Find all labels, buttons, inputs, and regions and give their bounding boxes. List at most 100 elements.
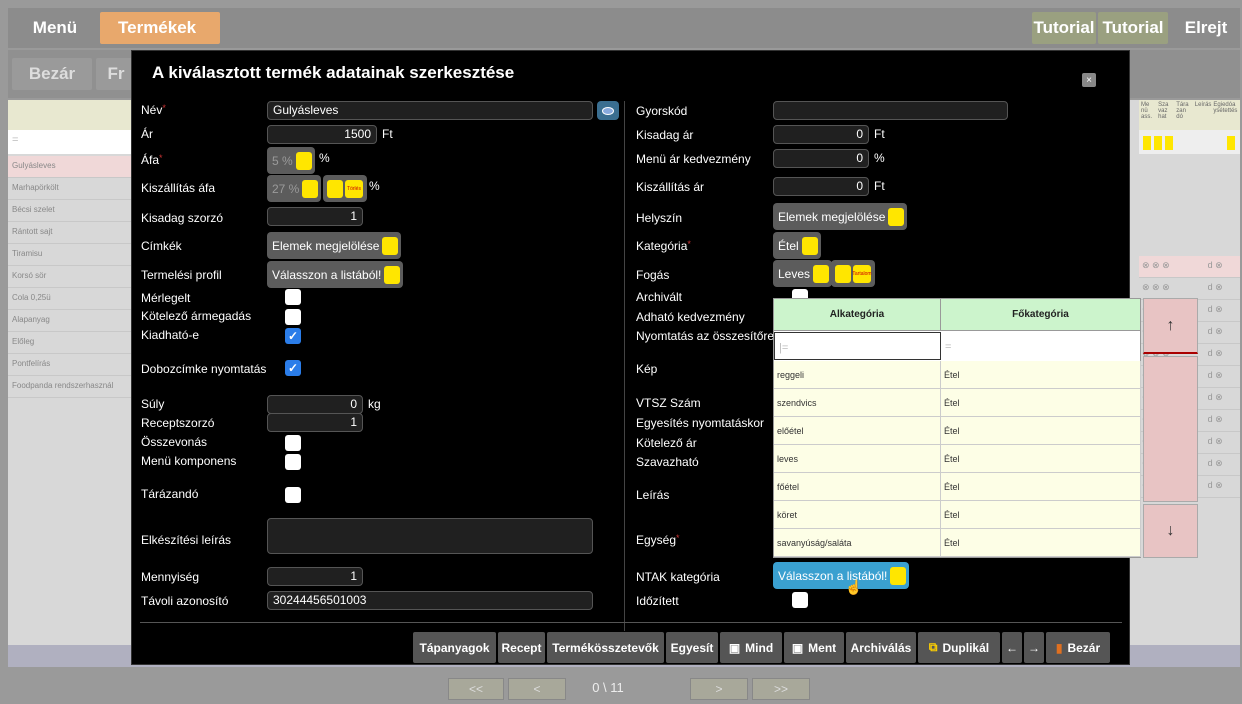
small-price-unit: Ft <box>874 127 885 141</box>
recipe-button[interactable]: Recept <box>498 632 545 663</box>
scroll-track[interactable] <box>1143 356 1198 502</box>
small-price-input[interactable]: 0 <box>773 125 869 144</box>
close-button[interactable]: ▮ Bezár <box>1046 632 1110 663</box>
course-select[interactable]: Leves <box>773 260 833 287</box>
menu-component-checkbox[interactable] <box>285 454 301 470</box>
scroll-down-button[interactable]: ↓ <box>1143 504 1198 558</box>
mandatory-price-checkbox[interactable] <box>285 309 301 325</box>
bg-right-header: Me nü ass. <box>1141 102 1153 120</box>
menu-discount-input[interactable]: 0 <box>773 149 869 168</box>
all-button[interactable]: ▣ Mind <box>720 632 782 663</box>
bg-list-item[interactable]: Bécsi szelet <box>8 200 138 222</box>
tutorial-button-2[interactable]: Tutorial <box>1098 12 1168 44</box>
duplicate-button[interactable]: ⧉ Duplikál <box>918 632 1000 663</box>
scroll-up-button[interactable]: ↑ <box>1143 298 1198 354</box>
bg-list-item[interactable]: Előleg <box>8 332 138 354</box>
menu-tab[interactable]: Menü <box>14 12 96 44</box>
subcategory-cell[interactable]: savanyúság/saláta <box>774 529 941 557</box>
subcategory-cell[interactable]: reggeli <box>774 361 941 389</box>
bg-header <box>8 100 138 130</box>
bg-list-item[interactable]: Tiramisu <box>8 244 138 266</box>
products-tab[interactable]: Termékek <box>100 12 220 44</box>
bg-close-button[interactable]: Bezár <box>12 58 92 90</box>
maincategory-cell[interactable]: Étel <box>941 417 1141 445</box>
bg-right-header: Egiedóa ysétettés <box>1213 102 1238 114</box>
quantity-input[interactable]: 1 <box>267 567 363 586</box>
description-label: Leírás <box>636 488 670 502</box>
bg-list-item[interactable]: Alapanyag <box>8 310 138 332</box>
maincategory-header[interactable]: Főkategória <box>941 299 1141 331</box>
maincategory-cell[interactable]: Étel <box>941 501 1141 529</box>
tare-checkbox[interactable] <box>285 487 301 503</box>
modal-close-button[interactable]: × <box>1082 73 1096 87</box>
dropdown-arrow-icon <box>813 264 830 283</box>
course-extra-button[interactable]: Tartalom <box>831 260 875 287</box>
bg-list-item[interactable]: Marhapörkölt <box>8 178 138 200</box>
price-input[interactable]: 1500 <box>267 125 377 144</box>
bg-filter[interactable]: = <box>8 130 138 154</box>
save-button[interactable]: ▣ Ment <box>784 632 844 663</box>
next-button[interactable]: → <box>1024 632 1044 663</box>
merge-button[interactable]: Egyesít <box>666 632 718 663</box>
dropdown-arrow-icon <box>295 151 312 170</box>
bg-right-row: ⊗ ⊗ ⊗d ⊗ <box>1139 256 1240 278</box>
merge-checkbox[interactable] <box>285 435 301 451</box>
bg-list-item[interactable]: Foodpanda rendszerhasznál <box>8 376 138 398</box>
timed-checkbox[interactable] <box>792 592 808 608</box>
maincategory-cell[interactable]: Étel <box>941 389 1141 417</box>
bg-list-item[interactable]: Korsó sör <box>8 266 138 288</box>
subcategory-header[interactable]: Alkategória <box>774 299 941 331</box>
bg-list-item[interactable]: Gulyásleves <box>8 156 138 178</box>
bg-right-row: ⊗ ⊗ ⊗d ⊗ <box>1139 278 1240 300</box>
delivery-vat-select[interactable]: 27 % <box>267 175 322 202</box>
remote-id-input[interactable]: 30244456501003 <box>267 591 593 610</box>
lookup-icon[interactable] <box>597 101 619 120</box>
subcategory-cell[interactable]: főétel <box>774 473 941 501</box>
bg-tab-partial[interactable]: Fr <box>96 58 136 90</box>
weight-input[interactable]: 0 <box>267 395 363 414</box>
subcategory-cell[interactable]: előétel <box>774 417 941 445</box>
pager-prev[interactable]: < <box>508 678 566 700</box>
delivery-vat-extra-button[interactable]: Törlés <box>323 175 367 202</box>
box-label-print-checkbox[interactable]: ✓ <box>285 360 301 376</box>
ingredients-button[interactable]: Termékösszetevők <box>547 632 664 663</box>
maincategory-cell[interactable]: Étel <box>941 473 1141 501</box>
location-select[interactable]: Elemek megjelölése <box>773 203 908 230</box>
profile-select[interactable]: Válasszon a listából! <box>267 261 404 288</box>
archive-button[interactable]: Archiválás <box>846 632 916 663</box>
name-input[interactable]: Gulyásleves <box>267 101 593 120</box>
name-label: Név* <box>141 103 166 117</box>
tutorial-button-1[interactable]: Tutorial <box>1032 12 1096 44</box>
subcategory-cell[interactable]: köret <box>774 501 941 529</box>
pager-next[interactable]: > <box>690 678 748 700</box>
subcategory-cell[interactable]: leves <box>774 445 941 473</box>
recipe-mult-input[interactable]: 1 <box>267 413 363 432</box>
subcategory-filter[interactable]: |= <box>774 332 941 360</box>
bg-list-item[interactable]: Pontfelírás <box>8 354 138 376</box>
maincategory-cell[interactable]: Étel <box>941 529 1141 557</box>
prev-button[interactable]: ← <box>1002 632 1022 663</box>
weighed-checkbox[interactable] <box>285 289 301 305</box>
maincategory-filter[interactable]: = <box>941 332 1141 360</box>
prep-desc-textarea[interactable] <box>267 518 593 554</box>
clear-icon[interactable]: Törlés <box>345 179 363 198</box>
pager-first[interactable]: << <box>448 678 504 700</box>
category-select[interactable]: Étel <box>773 232 821 259</box>
maincategory-cell[interactable]: Étel <box>941 445 1141 473</box>
portion-mult-input[interactable]: 1 <box>267 207 363 226</box>
bg-right-header: Tára zan dó <box>1176 102 1189 120</box>
bg-list-item[interactable]: Cola 0,25ü <box>8 288 138 310</box>
issuable-checkbox[interactable]: ✓ <box>285 328 301 344</box>
delivery-price-input[interactable]: 0 <box>773 177 869 196</box>
nutrients-button[interactable]: Tápanyagok <box>413 632 496 663</box>
course-tiny-button[interactable]: Tartalom <box>852 264 872 283</box>
bg-list-item[interactable]: Rántott sajt <box>8 222 138 244</box>
subcategory-cell[interactable]: szendvics <box>774 389 941 417</box>
tags-select[interactable]: Elemek megjelölése <box>267 232 402 259</box>
vat-select[interactable]: 5 % <box>267 147 315 174</box>
pager-last[interactable]: >> <box>752 678 810 700</box>
quick-code-input[interactable] <box>773 101 1008 120</box>
hide-button[interactable]: Elrejt <box>1176 12 1236 44</box>
maincategory-cell[interactable]: Étel <box>941 361 1141 389</box>
ntak-select[interactable]: Válasszon a listából! <box>773 562 910 589</box>
